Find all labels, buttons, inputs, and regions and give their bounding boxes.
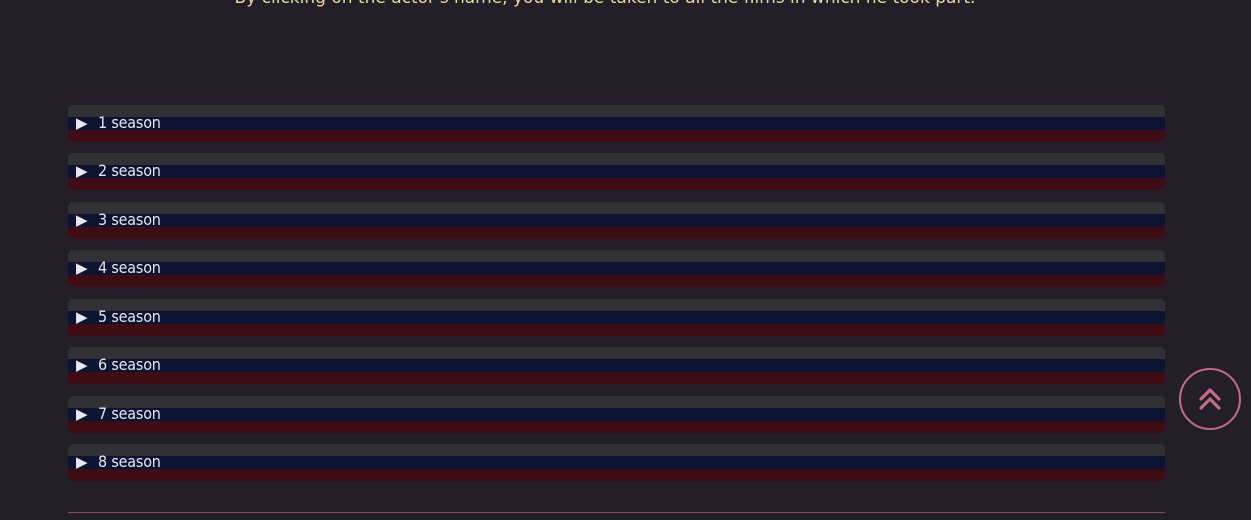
footer-divider: [68, 512, 1165, 513]
play-triangle-icon: ▶: [76, 114, 88, 132]
season-toggle-2[interactable]: ▶ 2 season: [68, 153, 1165, 190]
season-label: 2 season: [98, 161, 161, 180]
play-triangle-icon: ▶: [76, 453, 88, 471]
season-label: 1 season: [98, 113, 161, 132]
season-toggle-6[interactable]: ▶ 6 season: [68, 347, 1165, 384]
play-triangle-icon: ▶: [76, 211, 88, 229]
season-toggle-8[interactable]: ▶ 8 season: [68, 444, 1165, 481]
season-toggle-1[interactable]: ▶ 1 season: [68, 105, 1165, 142]
season-label: 5 season: [98, 307, 161, 326]
season-label: 6 season: [98, 355, 161, 374]
play-triangle-icon: ▶: [76, 405, 88, 423]
season-label: 3 season: [98, 210, 161, 229]
season-label: 8 season: [98, 452, 161, 471]
play-triangle-icon: ▶: [76, 259, 88, 277]
season-toggle-5[interactable]: ▶ 5 season: [68, 299, 1165, 336]
scroll-to-top-button[interactable]: [1179, 368, 1241, 430]
intro-text: By clicking on the actor's name, you wil…: [0, 0, 1210, 8]
play-triangle-icon: ▶: [76, 356, 88, 374]
play-triangle-icon: ▶: [76, 308, 88, 326]
season-label: 7 season: [98, 404, 161, 423]
play-triangle-icon: ▶: [76, 162, 88, 180]
season-toggle-3[interactable]: ▶ 3 season: [68, 202, 1165, 239]
season-toggle-7[interactable]: ▶ 7 season: [68, 396, 1165, 433]
season-toggle-4[interactable]: ▶ 4 season: [68, 250, 1165, 287]
season-label: 4 season: [98, 258, 161, 277]
series-page: By clicking on the actor's name, you wil…: [0, 0, 1251, 520]
double-chevron-up-icon: [1199, 388, 1221, 410]
